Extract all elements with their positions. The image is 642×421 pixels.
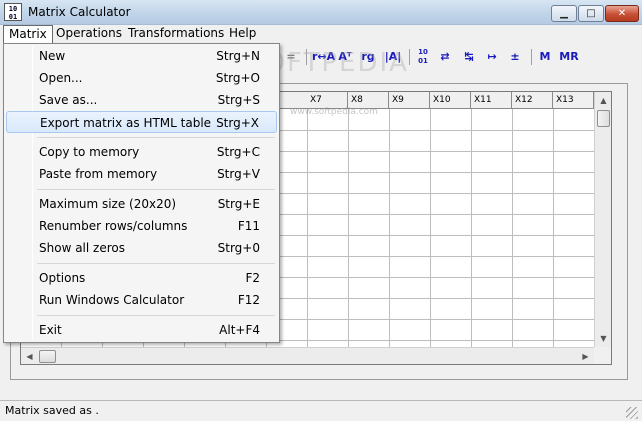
menu-item-shortcut: F11	[237, 219, 260, 233]
scroll-left-icon[interactable]: ◀	[21, 348, 38, 364]
map-button[interactable]: ↦	[483, 48, 501, 66]
minimize-button[interactable]: ▁	[551, 5, 577, 22]
scrollbar-corner	[594, 347, 611, 364]
menu-item-copy-to-memory[interactable]: Copy to memory Strg+C	[6, 141, 277, 163]
menu-item-save-as[interactable]: Save as... Strg+S	[6, 89, 277, 111]
sign-button[interactable]: ±	[506, 48, 524, 66]
menu-item-shortcut: F2	[245, 271, 260, 285]
menu-help[interactable]: Help	[224, 25, 261, 44]
menu-item-label: Save as...	[39, 93, 98, 107]
menu-item-shortcut: Strg+0	[217, 241, 260, 255]
toolbar-separator	[531, 49, 532, 65]
menu-item-label: Export matrix as HTML table	[40, 116, 212, 130]
status-text: Matrix saved as .	[5, 404, 99, 417]
grid-line	[348, 109, 349, 347]
memory-button[interactable]: M	[537, 48, 553, 66]
menu-item-paste-from-memory[interactable]: Paste from memory Strg+V	[6, 163, 277, 185]
menu-item-renumber[interactable]: Renumber rows/columns F11	[6, 215, 277, 237]
grid-line	[430, 109, 431, 347]
menu-item-open[interactable]: Open... Strg+O	[6, 67, 277, 89]
menu-item-exit[interactable]: Exit Alt+F4	[6, 319, 277, 341]
menu-item-export-html[interactable]: Export matrix as HTML table Strg+X	[6, 111, 277, 133]
insert-button[interactable]: ↹	[460, 48, 478, 66]
menu-item-label: Paste from memory	[39, 167, 158, 181]
memory-recall-button[interactable]: MR	[558, 48, 580, 66]
vertical-scrollbar[interactable]: ▲ ▼	[594, 92, 611, 347]
grid-line	[512, 109, 513, 347]
menu-item-run-calculator[interactable]: Run Windows Calculator F12	[6, 289, 277, 311]
horizontal-scroll-thumb[interactable]	[39, 350, 56, 363]
menu-separator	[37, 189, 275, 190]
grid-line	[389, 109, 390, 347]
horizontal-scrollbar[interactable]: ◀ ▶	[21, 347, 594, 364]
menu-transformations[interactable]: Transformations	[123, 25, 229, 44]
menu-item-maximum-size[interactable]: Maximum size (20x20) Strg+E	[6, 193, 277, 215]
menu-matrix[interactable]: Matrix	[3, 25, 53, 44]
vertical-scroll-thumb[interactable]	[597, 110, 610, 127]
window-title: Matrix Calculator	[28, 5, 131, 19]
menu-bar: Matrix Operations Transformations Help	[0, 25, 642, 44]
close-button[interactable]: ✕	[605, 5, 639, 22]
menu-item-shortcut: Strg+E	[217, 197, 260, 211]
grid-line	[471, 109, 472, 347]
maximize-icon: □	[586, 8, 596, 19]
menu-item-label: Copy to memory	[39, 145, 140, 159]
status-bar: Matrix saved as .	[0, 400, 642, 421]
menu-item-shortcut: Strg+N	[216, 49, 260, 63]
watermark-url: www.softpedia.com	[290, 107, 378, 117]
close-icon: ✕	[617, 8, 627, 19]
maximize-button[interactable]: □	[578, 5, 604, 22]
menu-item-label: Run Windows Calculator	[39, 293, 185, 307]
menu-separator	[37, 263, 275, 264]
menu-separator	[37, 137, 275, 138]
menu-separator	[37, 315, 275, 316]
menu-item-label: Renumber rows/columns	[39, 219, 188, 233]
menu-item-label: Open...	[39, 71, 83, 85]
menu-item-shortcut: Strg+O	[215, 71, 260, 85]
menu-item-label: Maximum size (20x20)	[39, 197, 177, 211]
menu-item-shortcut: F12	[237, 293, 260, 307]
scroll-up-icon[interactable]: ▲	[595, 92, 611, 109]
grid-line	[553, 109, 554, 347]
menu-item-shortcut: Strg+C	[216, 145, 260, 159]
menu-item-show-all-zeros[interactable]: Show all zeros Strg+0	[6, 237, 277, 259]
menu-item-options[interactable]: Options F2	[6, 267, 277, 289]
scroll-down-icon[interactable]: ▼	[595, 330, 611, 347]
resize-grip-icon[interactable]	[626, 407, 638, 419]
menu-item-shortcut: Strg+V	[217, 167, 260, 181]
menu-item-shortcut: Strg+X	[216, 116, 259, 130]
menu-operations[interactable]: Operations	[51, 25, 127, 44]
menu-item-shortcut: Alt+F4	[219, 323, 260, 337]
menu-item-label: Options	[39, 271, 86, 285]
menu-item-label: Show all zeros	[39, 241, 125, 255]
matrix-dropdown-menu: New Strg+N Open... Strg+O Save as... Str…	[3, 43, 280, 343]
grid-line	[307, 109, 308, 347]
menu-item-new[interactable]: New Strg+N	[6, 45, 277, 67]
swap-columns-button[interactable]: ⇄	[436, 48, 454, 66]
menu-item-label: Exit	[39, 323, 62, 337]
scroll-right-icon[interactable]: ▶	[577, 348, 594, 364]
title-bar[interactable]: 10 01 Matrix Calculator ▁ □ ✕	[0, 0, 642, 25]
menu-item-shortcut: Strg+S	[217, 93, 260, 107]
minimize-icon: ▁	[560, 8, 568, 19]
identity-matrix-button[interactable]: 10 01	[414, 48, 432, 66]
menu-item-label: New	[39, 49, 66, 63]
toolbar-separator	[409, 49, 410, 65]
app-icon: 10 01	[4, 3, 22, 21]
